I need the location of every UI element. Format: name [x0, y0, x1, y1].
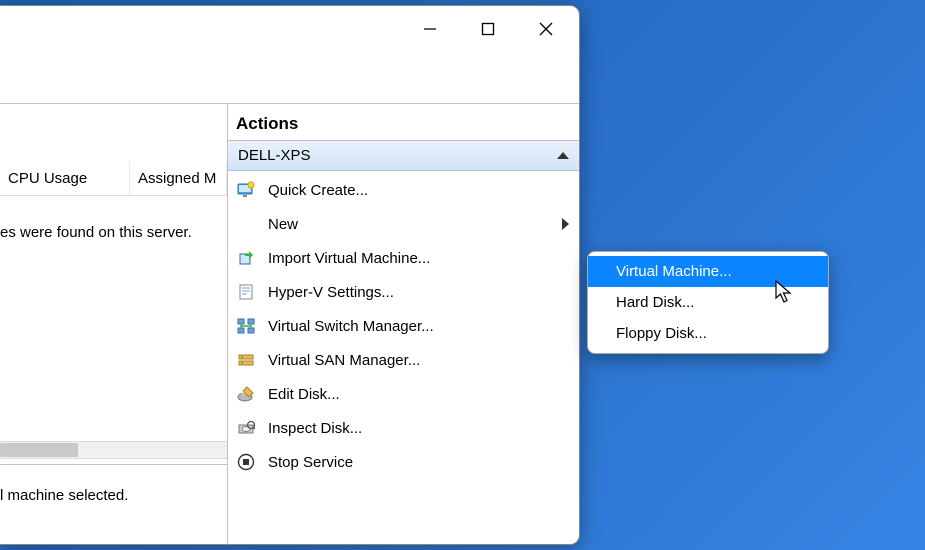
action-label: Inspect Disk...	[268, 420, 569, 437]
action-stop-service[interactable]: Stop Service	[228, 445, 579, 479]
main-pane: CPU Usage Assigned M es were found on th…	[0, 104, 228, 544]
monitor-sparkle-icon	[236, 180, 256, 200]
action-new[interactable]: New	[228, 207, 579, 241]
actions-host-header[interactable]: DELL-XPS	[228, 141, 579, 171]
submenu-floppy-disk[interactable]: Floppy Disk...	[588, 318, 828, 349]
titlebar	[0, 6, 579, 54]
inspect-disk-icon	[236, 418, 256, 438]
action-label: New	[268, 216, 550, 233]
host-name: DELL-XPS	[238, 147, 311, 164]
action-label: Virtual Switch Manager...	[268, 318, 569, 335]
actions-list: Quick Create... New Import Virtual Machi…	[228, 171, 579, 481]
toolbar	[0, 54, 579, 104]
collapse-arrow-icon	[557, 152, 569, 159]
action-quick-create[interactable]: Quick Create...	[228, 173, 579, 207]
actions-pane-title: Actions	[228, 104, 579, 141]
action-label: Virtual SAN Manager...	[268, 352, 569, 369]
action-label: Hyper-V Settings...	[268, 284, 569, 301]
action-label: Import Virtual Machine...	[268, 250, 569, 267]
switch-manager-icon	[236, 316, 256, 336]
san-manager-icon	[236, 350, 256, 370]
close-button[interactable]	[517, 10, 575, 48]
new-submenu: Virtual Machine... Hard Disk... Floppy D…	[587, 251, 829, 354]
stop-icon	[236, 452, 256, 472]
content-area: CPU Usage Assigned M es were found on th…	[0, 104, 579, 544]
action-label: Stop Service	[268, 454, 569, 471]
scrollbar-thumb[interactable]	[0, 443, 78, 457]
hyperv-manager-window: CPU Usage Assigned M es were found on th…	[0, 5, 580, 545]
details-pane: l machine selected.	[0, 464, 227, 544]
minimize-button[interactable]	[401, 10, 459, 48]
settings-page-icon	[236, 282, 256, 302]
edit-disk-icon	[236, 384, 256, 404]
submenu-virtual-machine[interactable]: Virtual Machine...	[588, 256, 828, 287]
action-import-vm[interactable]: Import Virtual Machine...	[228, 241, 579, 275]
action-inspect-disk[interactable]: Inspect Disk...	[228, 411, 579, 445]
action-virtual-san-manager[interactable]: Virtual SAN Manager...	[228, 343, 579, 377]
action-label: Quick Create...	[268, 182, 569, 199]
empty-vm-message: es were found on this server.	[0, 196, 227, 241]
submenu-arrow-icon	[562, 218, 569, 230]
actions-pane: Actions DELL-XPS Quick Create... New	[228, 104, 579, 544]
action-label: Edit Disk...	[268, 386, 569, 403]
column-cpu-usage[interactable]: CPU Usage	[0, 162, 130, 195]
no-selection-message: l machine selected.	[0, 487, 128, 504]
horizontal-scrollbar[interactable]	[0, 441, 227, 459]
action-hyperv-settings[interactable]: Hyper-V Settings...	[228, 275, 579, 309]
action-virtual-switch-manager[interactable]: Virtual Switch Manager...	[228, 309, 579, 343]
vm-list-header: CPU Usage Assigned M	[0, 162, 227, 196]
submenu-hard-disk[interactable]: Hard Disk...	[588, 287, 828, 318]
import-icon	[236, 248, 256, 268]
maximize-button[interactable]	[459, 10, 517, 48]
column-assigned-memory[interactable]: Assigned M	[130, 162, 227, 195]
action-edit-disk[interactable]: Edit Disk...	[228, 377, 579, 411]
blank-icon	[236, 214, 256, 234]
